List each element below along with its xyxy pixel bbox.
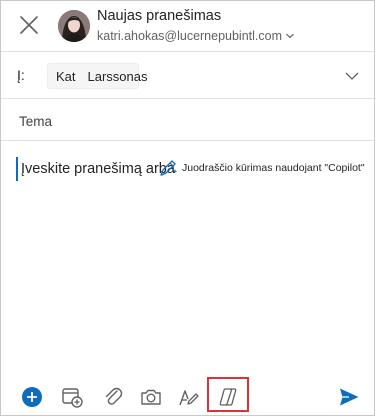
pen-sparkle-icon — [160, 160, 178, 176]
sender-email: katri.ahokas@lucernepubintl.com — [97, 29, 283, 43]
divider — [1, 98, 376, 99]
attach-icon — [105, 387, 123, 405]
copilot-highlight-box — [207, 377, 249, 412]
text-cursor — [16, 157, 18, 181]
subject-input[interactable]: Tema — [19, 114, 52, 129]
attach-button[interactable] — [100, 384, 126, 410]
compose-window: Naujas pranešimas katri.ahokas@lucernepu… — [0, 0, 376, 416]
draw-icon — [179, 390, 199, 406]
copilot-draft-link[interactable]: Juodraščio kūrimas naudojant "Copilot" — [157, 158, 365, 178]
close-button[interactable] — [15, 11, 43, 39]
compose-title: Naujas pranešimas — [97, 8, 222, 24]
message-body-input[interactable]: Įveskite pranešimą arba — [21, 161, 175, 177]
send-icon — [340, 388, 359, 406]
expand-recipients-button[interactable] — [344, 69, 360, 81]
chevron-down-icon — [286, 33, 294, 39]
add-button[interactable] — [19, 384, 45, 410]
add-icon — [22, 387, 42, 407]
sender-selector[interactable]: katri.ahokas@lucernepubintl.com — [97, 29, 295, 43]
schedule-event-button[interactable] — [59, 384, 85, 410]
avatar — [58, 10, 90, 42]
camera-button[interactable] — [138, 384, 164, 410]
draw-button[interactable] — [175, 384, 201, 410]
calendar-add-icon — [62, 388, 83, 408]
camera-icon — [141, 389, 161, 405]
to-label: Į: — [17, 67, 25, 83]
send-button[interactable] — [336, 384, 362, 410]
close-icon — [20, 16, 38, 34]
recipient-first-name: Kat — [56, 68, 76, 84]
copilot-hint-text: Juodraščio kūrimas naudojant "Copilot" — [182, 162, 365, 174]
recipient-last-name: Larssonas — [87, 68, 148, 84]
chevron-down-icon — [345, 72, 359, 80]
divider — [1, 51, 376, 52]
recipient-chip[interactable]: Kat Larssonas — [47, 63, 148, 89]
divider — [1, 140, 376, 141]
